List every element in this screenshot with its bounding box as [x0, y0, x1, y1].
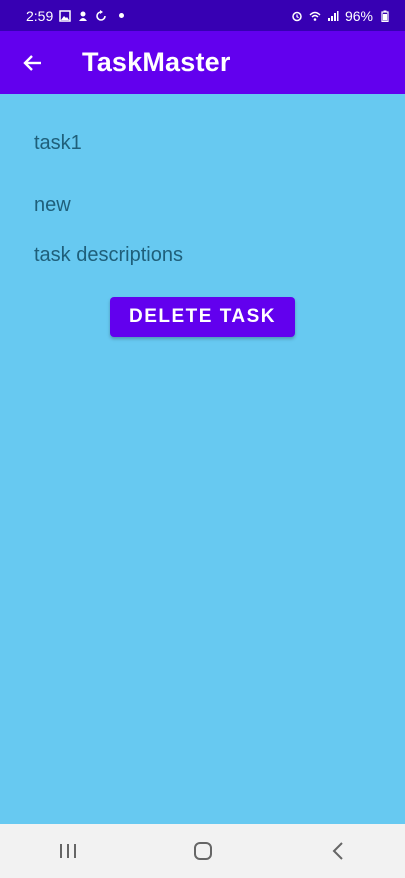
status-time: 2:59 [26, 7, 54, 24]
alarm-icon [292, 11, 302, 21]
status-right: 96% [291, 8, 391, 24]
task-title: task1 [34, 132, 82, 154]
navigation-bar [0, 824, 405, 878]
status-bar: 2:59 96% [0, 0, 405, 31]
battery-percent: 96% [344, 7, 373, 24]
home-icon [193, 842, 212, 860]
nav-back-button[interactable] [308, 824, 368, 878]
page-title: TaskMaster [82, 47, 231, 77]
recent-apps-icon [59, 844, 76, 858]
home-button[interactable] [173, 824, 233, 878]
app-bar: TaskMaster [0, 31, 405, 94]
signal-icon [327, 10, 339, 21]
back-button[interactable] [0, 31, 64, 94]
back-icon [332, 842, 343, 860]
image-icon [59, 9, 71, 22]
task-description: task descriptions [34, 244, 183, 266]
dot-icon [119, 13, 125, 18]
sync-icon [96, 9, 107, 21]
wifi-icon [309, 11, 321, 21]
arrow-left-icon [23, 54, 41, 71]
delete-task-button[interactable]: DELETE TASK [110, 297, 295, 337]
notification-icon [79, 11, 88, 21]
task-detail: task1 new task descriptions DELETE TASK [0, 94, 405, 824]
battery-icon [381, 10, 389, 22]
status-left: 2:59 [26, 7, 125, 24]
recent-apps-button[interactable] [38, 824, 98, 878]
task-state: new [34, 194, 71, 216]
